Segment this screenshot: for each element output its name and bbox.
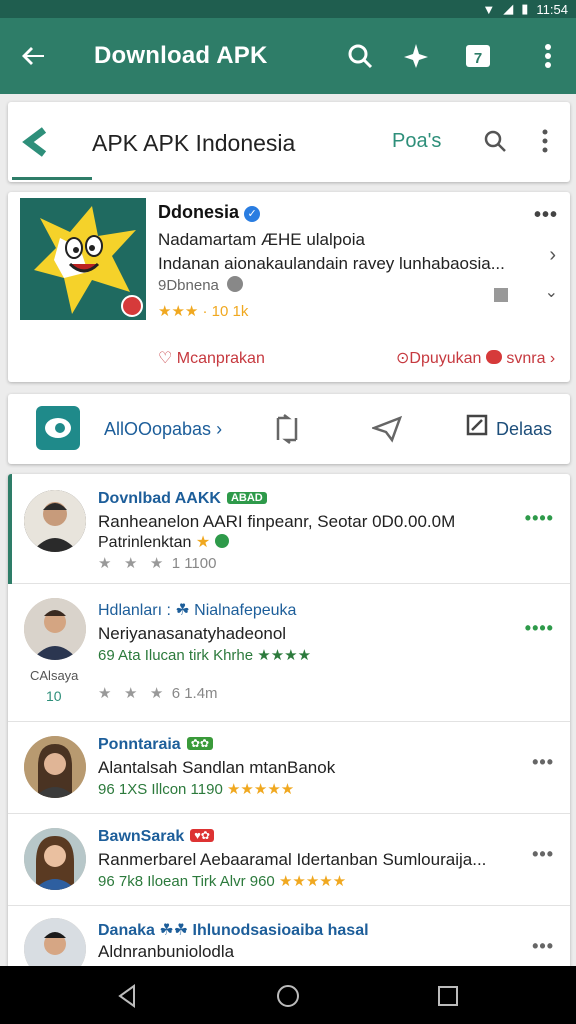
search-card: APK APK Indonesia Poa's — [8, 102, 570, 182]
chevron-down-icon[interactable]: ⌄ — [545, 282, 558, 302]
calendar-icon[interactable]: 7 — [462, 40, 494, 72]
more-horiz-icon[interactable]: ••• — [532, 844, 554, 865]
camera-icon[interactable] — [36, 406, 80, 450]
nav-back-icon[interactable] — [114, 982, 142, 1010]
list-item[interactable]: Ponntaraia ✿✿ Alantalsah Sandlan mtanBano… — [8, 722, 570, 814]
post-badge: ABAD — [226, 492, 267, 504]
airplane-icon[interactable] — [400, 40, 432, 72]
avatar[interactable] — [24, 490, 86, 552]
app-rating: ★★★ · 10 1k — [158, 303, 249, 320]
svg-text:7: 7 — [474, 50, 482, 67]
app-description-line1: Nadamartam ÆHE ulalpoia — [158, 230, 365, 249]
post-text: Aldnranbuniolodla — [98, 942, 235, 961]
chat-icon — [485, 350, 502, 364]
posts-tab[interactable]: Poa's — [392, 130, 441, 153]
post-subtext: 96 1XS Illcon 1190 ★★★★★ — [98, 781, 295, 798]
nav-home-icon[interactable] — [274, 982, 302, 1010]
heart-badge: ♥✿ — [190, 829, 215, 842]
battery-icon: ▮ — [521, 1, 529, 16]
post-author[interactable]: Dovnlbad AAKK ABAD — [98, 490, 267, 508]
share-icon[interactable] — [494, 288, 508, 302]
post-subtext: 69 Ata Ilucan tirk Khrhe ★★★★ — [98, 647, 312, 664]
selected-indicator — [8, 474, 12, 584]
avatar-count: 10 — [46, 688, 62, 704]
post-text: Ranmerbarel Aebaaramal Idertanban Sumlou… — [98, 850, 487, 869]
tab-indicator — [12, 177, 92, 180]
post-text: Ranheanelon AARI finpeanr, Seotar 0D0.00… — [98, 512, 456, 531]
post-author[interactable]: Danaka ☘☘ Ihlunodsasioaiba hasal — [98, 920, 369, 940]
details-button[interactable]: Delaas — [496, 419, 552, 440]
app-description-line2: Indanan aionakaulandain ravey lunhabaosi… — [158, 254, 505, 273]
apk-logo-icon[interactable] — [22, 124, 58, 160]
wifi-icon: ▼ — [482, 1, 496, 17]
post-stats: ★ ★ ★ 6 1.4m — [98, 685, 218, 702]
info-icon — [227, 276, 244, 292]
repeat-icon[interactable] — [272, 414, 302, 444]
info-circle-icon: ⊙ — [396, 350, 410, 367]
app-info-card[interactable]: Ddonesia ✓ Nadamartam ÆHE ulalpoia Indan… — [8, 192, 570, 382]
post-list: Dovnlbad AAKK ABAD Ranheanelon AARI finpe… — [8, 474, 570, 974]
verified-icon: ✓ — [244, 206, 261, 222]
status-bar: ▼ ◢ ▮ 11:54 — [0, 0, 576, 18]
more-horiz-icon[interactable]: •••• — [525, 508, 554, 529]
status-time: 11:54 — [536, 1, 568, 17]
post-subtext: Patrinlenktan ★ — [98, 532, 229, 552]
verified-icon — [214, 534, 229, 548]
nav-recents-icon[interactable] — [434, 982, 462, 1010]
list-item[interactable]: Danaka ☘☘ Ihlunodsasioaiba hasal Aldnran… — [8, 906, 570, 974]
avatar[interactable] — [24, 598, 86, 660]
more-vert-icon[interactable] — [532, 40, 564, 72]
app-bar: Download APK 7 — [0, 18, 576, 94]
back-arrow-icon[interactable] — [18, 40, 50, 72]
post-subtext: 96 7k8 Iloean Tirk Alvr 960 ★★★★★ — [98, 873, 347, 890]
app-name: Ddonesia ✓ — [158, 202, 261, 223]
more-horiz-icon[interactable]: •••• — [525, 618, 554, 639]
heart-icon: ♡ — [158, 350, 177, 367]
app-meta: 9Dbnena — [158, 276, 244, 294]
post-stats: ★ ★ ★ 1 1100 — [98, 555, 217, 572]
more-horiz-icon[interactable]: ••• — [534, 204, 558, 227]
more-vert-icon[interactable] — [542, 128, 548, 159]
post-author[interactable]: BawnSarak ♥✿ — [98, 828, 215, 846]
download-link[interactable]: ⊙Dpuyukan svnra › — [396, 348, 555, 368]
send-icon[interactable] — [370, 414, 403, 444]
avatar-caption: CAlsaya — [30, 668, 79, 683]
action-bar: AllOOopabas › Delaas — [8, 394, 570, 464]
search-icon[interactable] — [344, 40, 376, 72]
page-title: Download APK — [94, 42, 268, 69]
system-nav-bar — [0, 966, 576, 1024]
post-text: Alantalsah Sandlan mtanBanok — [98, 758, 336, 777]
search-title: APK APK Indonesia — [92, 130, 296, 156]
list-item[interactable]: BawnSarak ♥✿ Ranmerbarel Aebaaramal Idert… — [8, 814, 570, 906]
search-icon[interactable] — [482, 128, 508, 159]
app-thumbnail[interactable] — [20, 198, 146, 320]
comments-link[interactable]: ♡ Mcanprakan — [158, 348, 265, 368]
more-horiz-icon[interactable]: ••• — [532, 936, 554, 957]
list-item[interactable]: Dovnlbad AAKK ABAD Ranheanelon AARI finpe… — [8, 474, 570, 584]
edit-box-icon[interactable] — [466, 414, 496, 444]
list-item[interactable]: CAlsaya 10 Hdlanları : ☘ Nialnafepeuka N… — [8, 584, 570, 722]
post-author[interactable]: Hdlanları : ☘ Nialnafepeuka — [98, 600, 296, 620]
clover-badge: ✿✿ — [186, 737, 214, 750]
avatar[interactable] — [24, 828, 86, 890]
signal-icon: ◢ — [503, 1, 514, 16]
all-options-label[interactable]: AllOOopabas › — [104, 419, 222, 440]
post-text: Neriyanasanatyhadeonol — [98, 624, 287, 643]
chevron-right-icon[interactable]: › — [549, 244, 556, 267]
post-author[interactable]: Ponntaraia ✿✿ — [98, 736, 214, 754]
more-horiz-icon[interactable]: ••• — [532, 752, 554, 773]
avatar[interactable] — [24, 736, 86, 798]
